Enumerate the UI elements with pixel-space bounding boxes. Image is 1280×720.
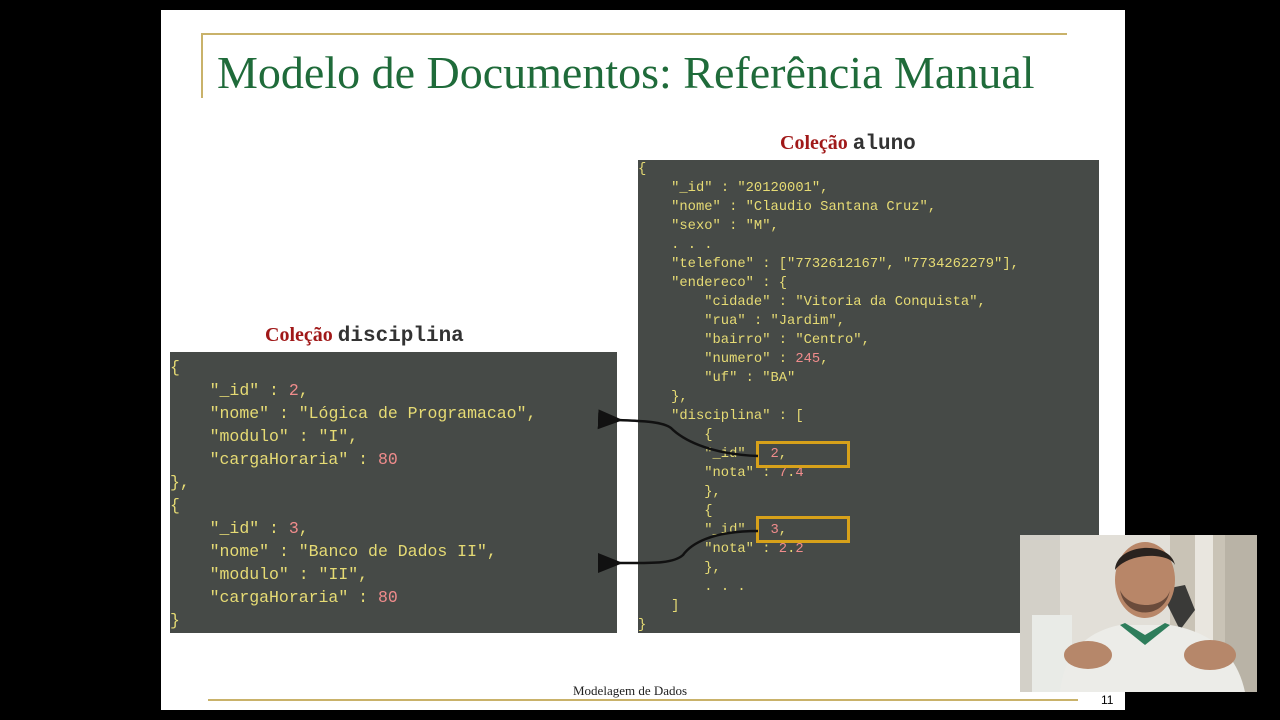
arrow-id-2 — [597, 409, 759, 458]
page-number: 11 — [1101, 693, 1114, 707]
footer-rule — [208, 699, 1078, 701]
reference-arrows — [597, 409, 759, 573]
arrow-id-3 — [597, 529, 759, 573]
slide: Modelo de Documentos: Referência Manual … — [161, 10, 1125, 710]
slide-footer: Modelagem de Dados — [573, 683, 688, 698]
presenter-video-icon — [1020, 535, 1257, 692]
